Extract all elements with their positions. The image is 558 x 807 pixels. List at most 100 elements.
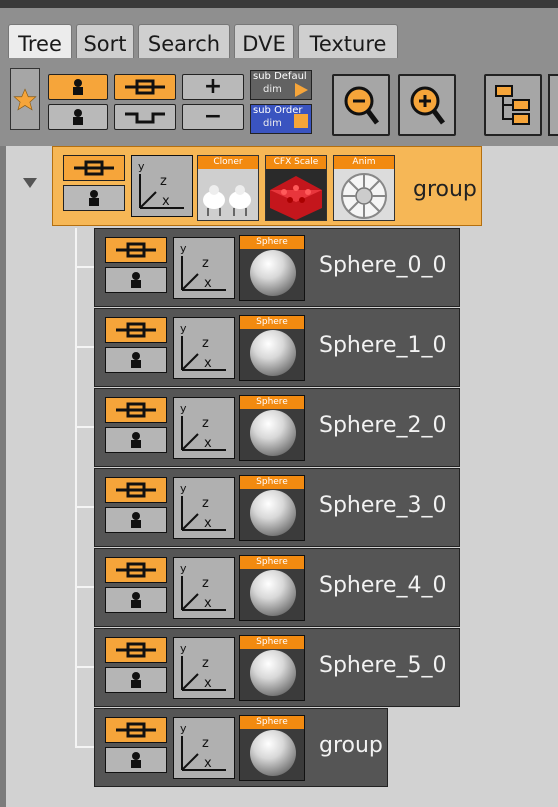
- axis-y-label: y: [180, 402, 187, 415]
- sphere-icon: [250, 410, 296, 456]
- expand-icon: [116, 562, 156, 578]
- node-object-button[interactable]: [105, 427, 167, 453]
- node-visibility-button[interactable]: [105, 317, 167, 343]
- cloner-module[interactable]: Cloner: [197, 155, 259, 221]
- node-object-button[interactable]: [105, 747, 167, 773]
- anim-module[interactable]: Anim: [333, 155, 395, 221]
- transform-axis-icon[interactable]: y zx: [173, 397, 235, 459]
- node-visibility-button[interactable]: [105, 237, 167, 263]
- transform-axis-icon[interactable]: y zx: [173, 557, 235, 619]
- tree-node-row[interactable]: y z x Sphere Sphere_3_0: [94, 468, 460, 547]
- show-object-button[interactable]: [48, 74, 108, 100]
- expand-icon: [116, 322, 156, 338]
- sphere-geometry-icon[interactable]: Sphere: [239, 555, 305, 621]
- sub-default-label: sub Defaul: [253, 71, 307, 82]
- transform-axis-icon[interactable]: y zx: [173, 317, 235, 379]
- collapse-button[interactable]: [114, 104, 176, 130]
- transform-axis-icon[interactable]: y z x: [131, 155, 193, 217]
- toolbar-overflow-button[interactable]: [548, 74, 558, 136]
- node-object-button[interactable]: [105, 667, 167, 693]
- sphere-module-label: Sphere: [240, 636, 304, 649]
- node-object-button[interactable]: [105, 587, 167, 613]
- sub-order-dim: dim: [263, 118, 282, 129]
- sphere-geometry-icon[interactable]: Sphere: [239, 635, 305, 701]
- toolbar: + − sub Defaul dim sub Order dim: [0, 58, 558, 146]
- tree-node-row[interactable]: y z x Sphere Sphere_4_0: [94, 548, 460, 627]
- sphere-geometry-icon[interactable]: Sphere: [239, 315, 305, 381]
- axis-y-label: y: [180, 562, 187, 575]
- sub-order-button[interactable]: sub Order dim: [250, 104, 312, 134]
- sub-default-dim: dim: [263, 84, 282, 95]
- sphere-module-label: Sphere: [240, 236, 304, 249]
- node-object-button[interactable]: [105, 347, 167, 373]
- collapse-triangle-icon[interactable]: [22, 176, 38, 190]
- sphere-module-label: Sphere: [240, 316, 304, 329]
- axis-y-label: y: [180, 642, 187, 655]
- node-name: Sphere_1_0: [319, 333, 447, 358]
- node-object-button[interactable]: [105, 267, 167, 293]
- tree-branch-line: [75, 426, 94, 428]
- sub-default-button[interactable]: sub Defaul dim: [250, 70, 312, 100]
- node-name: Sphere_4_0: [319, 573, 447, 598]
- transform-axis-icon[interactable]: y zx: [173, 637, 235, 699]
- root-node-name: group: [413, 177, 477, 202]
- sphere-geometry-icon[interactable]: Sphere: [239, 235, 305, 301]
- tree-branch-line: [75, 586, 94, 588]
- sphere-module-label: Sphere: [240, 556, 304, 569]
- tab-sort[interactable]: Sort: [76, 24, 134, 62]
- axis-z-label: z: [202, 416, 209, 431]
- axis-y-label: y: [180, 242, 187, 255]
- expand-icon: [116, 402, 156, 418]
- node-object-button[interactable]: [105, 507, 167, 533]
- node-visibility-button[interactable]: [105, 397, 167, 423]
- zoom-in-button[interactable]: [398, 74, 456, 136]
- sphere-module-label: Sphere: [240, 396, 304, 409]
- favorite-star-button[interactable]: [10, 68, 40, 130]
- axis-z-label: z: [202, 576, 209, 591]
- transform-axis-icon[interactable]: y zx: [173, 717, 235, 779]
- expand-button[interactable]: [114, 74, 176, 100]
- transform-axis-icon[interactable]: y zx: [173, 237, 235, 299]
- root-group-node[interactable]: y z x Cloner CFX Scale Anim group: [52, 146, 482, 226]
- person-icon: [89, 190, 99, 206]
- tree-node-row[interactable]: y z x Sphere group: [94, 708, 388, 787]
- axis-z-label: z: [202, 736, 209, 751]
- transform-axis-icon[interactable]: y zx: [173, 477, 235, 539]
- window-top-strip: [0, 0, 558, 8]
- tab-bar: Tree Sort Search DVE Texture: [0, 8, 558, 62]
- sphere-geometry-icon[interactable]: Sphere: [239, 475, 305, 541]
- tree-node-row[interactable]: y z x Sphere Sphere_1_0: [94, 308, 460, 387]
- node-name: Sphere_0_0: [319, 253, 447, 278]
- node-visibility-button[interactable]: [105, 557, 167, 583]
- zoom-out-button[interactable]: [332, 74, 390, 136]
- tree-node-row[interactable]: y z x Sphere Sphere_5_0: [94, 628, 460, 707]
- person-icon: [131, 512, 141, 528]
- cfx-scale-module[interactable]: CFX Scale: [265, 155, 327, 221]
- tab-tree[interactable]: Tree: [8, 24, 72, 62]
- tree-node-row[interactable]: y z x Sphere Sphere_2_0: [94, 388, 460, 467]
- node-visibility-button[interactable]: [105, 637, 167, 663]
- play-arrow-icon: [295, 83, 308, 97]
- axis-x-label: x: [204, 356, 212, 371]
- person-icon: [131, 432, 141, 448]
- add-button[interactable]: +: [182, 74, 244, 100]
- sphere-geometry-icon[interactable]: Sphere: [239, 715, 305, 781]
- node-visibility-button[interactable]: [105, 717, 167, 743]
- cloner-module-label: Cloner: [198, 156, 258, 169]
- sphere-geometry-icon[interactable]: Sphere: [239, 395, 305, 461]
- hide-object-button[interactable]: [48, 104, 108, 130]
- tree-view-button[interactable]: [484, 74, 542, 136]
- tab-dve[interactable]: DVE: [234, 24, 294, 62]
- tree-node-row[interactable]: y z x Sphere Sphere_0_0: [94, 228, 460, 307]
- tab-search[interactable]: Search: [138, 24, 230, 62]
- tab-texture[interactable]: Texture: [298, 24, 398, 62]
- tree-branch-line: [75, 506, 94, 508]
- remove-button[interactable]: −: [182, 104, 244, 130]
- node-visibility-button[interactable]: [105, 477, 167, 503]
- person-icon: [131, 752, 141, 768]
- root-object-button[interactable]: [63, 185, 125, 211]
- axis-x-label: x: [204, 756, 212, 771]
- axis-x-label: x: [204, 596, 212, 611]
- node-name: group: [319, 733, 383, 758]
- root-visibility-button[interactable]: [63, 155, 125, 181]
